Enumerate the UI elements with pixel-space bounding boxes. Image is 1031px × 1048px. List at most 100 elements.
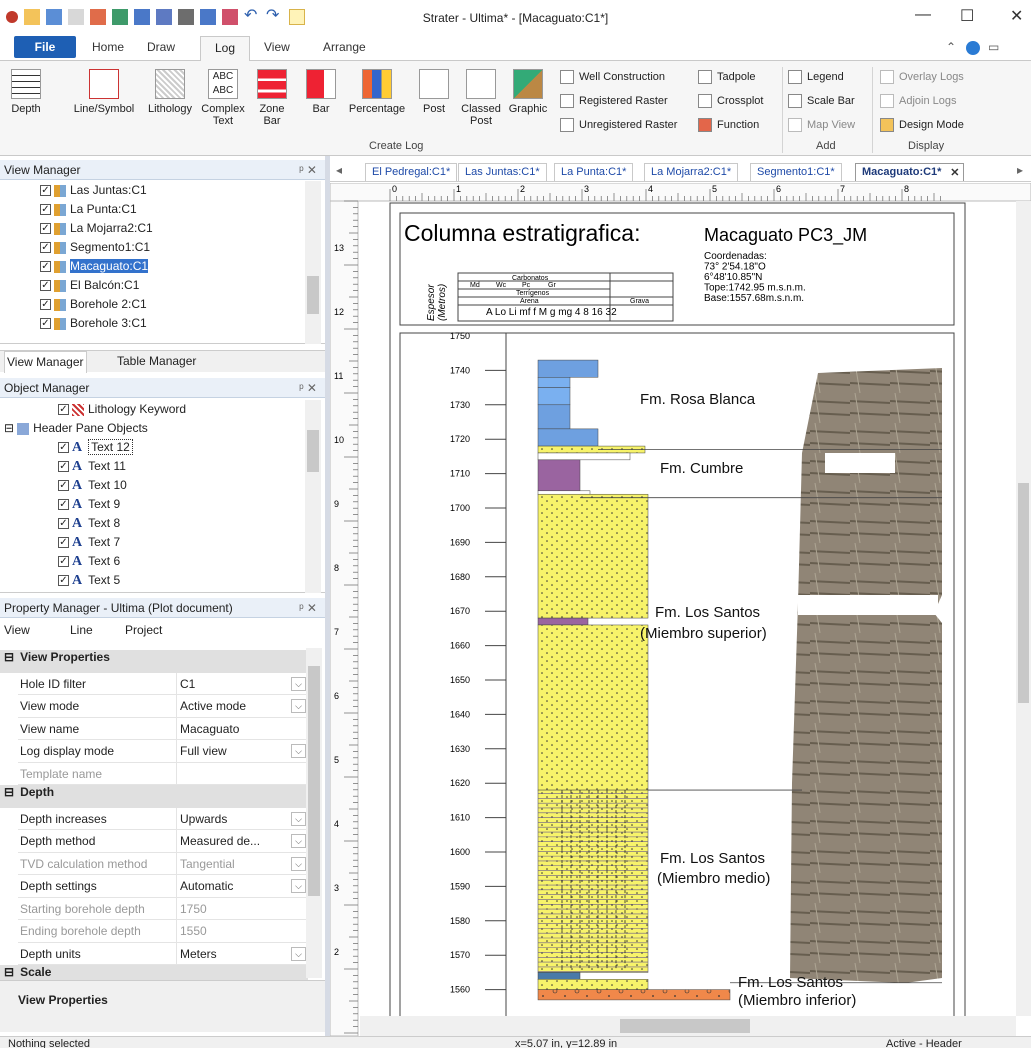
collapse-icon[interactable]: ⊟ [4, 421, 14, 435]
checkbox[interactable]: ✓ [40, 185, 51, 197]
view-manager-scrollbar[interactable] [305, 181, 321, 344]
dropdown-icon[interactable]: ⌵ [291, 744, 306, 758]
tab-draw[interactable]: Draw [147, 40, 175, 54]
tab-scroll-left-icon[interactable]: ◂ [336, 163, 342, 177]
pin-close-icon[interactable]: ᵖ ✕ [299, 381, 317, 395]
depth-button[interactable]: Depth [6, 69, 46, 115]
object-item[interactable]: ✓ A Text 5 [0, 571, 325, 590]
tadpole-button[interactable]: Tadpole [698, 70, 756, 84]
view-item[interactable]: ✓ El Balcón:C1 [40, 276, 325, 295]
unregistered-raster-button[interactable]: Unregistered Raster [560, 118, 677, 132]
tab-table-manager[interactable]: Table Manager [117, 354, 196, 368]
checkbox[interactable]: ✓ [58, 518, 69, 530]
minimize-icon[interactable]: — [915, 6, 931, 24]
property-row[interactable]: View name Macaguato [18, 717, 308, 740]
checkbox[interactable]: ✓ [40, 223, 51, 235]
property-value[interactable]: Measured de... ⌵ [177, 830, 308, 852]
tab-log[interactable]: Log [200, 36, 250, 61]
view-item[interactable]: ✓ Las Juntas:C1 [40, 181, 325, 200]
graphic-button[interactable]: Graphic [506, 69, 550, 115]
doc-tab[interactable]: La Punta:C1* [554, 163, 634, 181]
plot-hscroll-thumb[interactable] [620, 1019, 750, 1033]
close-icon[interactable]: ✕ [1010, 6, 1023, 26]
restore-doc-icon[interactable]: ▭ [988, 40, 999, 54]
doc-tab-active[interactable]: Macaguato:C1* ✕ [855, 163, 965, 181]
crossplot-button[interactable]: Crossplot [698, 94, 763, 108]
dropdown-icon[interactable]: ⌵ [291, 879, 306, 893]
function-button[interactable]: Function [698, 118, 759, 132]
close-tab-icon[interactable]: ✕ [950, 166, 959, 179]
property-row[interactable]: View mode Active mode ⌵ [18, 695, 308, 718]
view-item[interactable]: ✓ Borehole 3:C1 [40, 314, 325, 333]
checkbox[interactable]: ✓ [58, 575, 69, 587]
collapse-icon[interactable]: ⊟ [4, 785, 14, 808]
property-row[interactable]: Hole ID filter C1 ⌵ [18, 672, 308, 695]
object-manager-scrollbar[interactable] [305, 400, 321, 593]
checkbox[interactable]: ✓ [58, 404, 69, 416]
doc-tab[interactable]: Segmento1:C1* [750, 163, 842, 181]
object-item[interactable]: ✓ A Text 8 [0, 514, 325, 533]
checkbox[interactable]: ✓ [40, 204, 51, 216]
checkbox[interactable]: ✓ [40, 299, 51, 311]
tab-project-props[interactable]: Project [125, 623, 162, 637]
property-value[interactable]: Active mode ⌵ [177, 695, 308, 717]
legend-button[interactable]: Legend [788, 70, 844, 84]
checkbox[interactable]: ✓ [58, 461, 69, 473]
checkbox[interactable]: ✓ [58, 499, 69, 511]
property-value[interactable]: Tangential ⌵ [177, 853, 308, 875]
property-row[interactable]: Template name [18, 762, 308, 785]
maximize-icon[interactable]: ☐ [960, 6, 974, 26]
view-item[interactable]: ✓ La Mojarra2:C1 [40, 219, 325, 238]
doc-tab[interactable]: El Pedregal:C1* [365, 163, 458, 181]
view-item[interactable]: ✓ Borehole 2:C1 [40, 295, 325, 314]
view-item[interactable]: ✓ La Punta:C1 [40, 200, 325, 219]
tab-view-props[interactable]: View [4, 623, 36, 637]
post-button[interactable]: Post [416, 69, 452, 115]
dropdown-icon[interactable]: ⌵ [291, 676, 306, 691]
property-value[interactable]: 1550 [177, 920, 308, 942]
property-value[interactable]: Macaguato [177, 718, 308, 740]
tab-file[interactable]: File [14, 36, 76, 58]
property-row[interactable]: Depth method Measured de... ⌵ [18, 830, 308, 853]
adjoin-logs-button[interactable]: Adjoin Logs [880, 94, 957, 108]
object-item[interactable]: ✓ A Text 12 [0, 438, 325, 457]
checkbox[interactable]: ✓ [58, 442, 69, 454]
overlay-logs-button[interactable]: Overlay Logs [880, 70, 964, 84]
object-item[interactable]: ✓ A Text 6 [0, 552, 325, 571]
zone-bar-button[interactable]: Zone Bar [254, 69, 290, 127]
pin-close-icon[interactable]: ᵖ ✕ [299, 601, 317, 615]
dropdown-icon[interactable]: ⌵ [291, 834, 306, 848]
line-symbol-button[interactable]: Line/Symbol [68, 69, 140, 115]
property-value[interactable]: Automatic ⌵ [177, 875, 308, 897]
checkbox[interactable]: ✓ [58, 556, 69, 568]
property-row[interactable]: Log display mode Full view ⌵ [18, 740, 308, 763]
doc-tab[interactable]: Las Juntas:C1* [458, 163, 547, 181]
pin-close-icon[interactable]: ᵖ ✕ [299, 163, 317, 177]
dropdown-icon[interactable]: ⌵ [291, 699, 306, 713]
object-item[interactable]: ⊟ Header Pane Objects [0, 419, 325, 438]
property-row[interactable]: Depth units Meters ⌵ [18, 942, 308, 965]
classed-post-button[interactable]: Classed Post [456, 69, 506, 127]
view-item[interactable]: ✓ Segmento1:C1 [40, 238, 325, 257]
property-section[interactable]: ⊟ View Properties [0, 650, 308, 673]
object-item[interactable]: ✓ A Text 7 [0, 533, 325, 552]
tab-line-props[interactable]: Line [70, 623, 93, 637]
dropdown-icon[interactable]: ⌵ [291, 856, 306, 871]
view-item[interactable]: ✓ Macaguato:C1 [40, 257, 325, 276]
property-row[interactable]: TVD calculation method Tangential ⌵ [18, 852, 308, 875]
checkbox[interactable]: ✓ [58, 537, 69, 549]
property-value[interactable]: Full view ⌵ [177, 740, 308, 762]
object-item[interactable]: ✓ A Text 10 [0, 476, 325, 495]
tab-view-manager[interactable]: View Manager [4, 351, 87, 373]
object-item[interactable]: ✓ A Text 11 [0, 457, 325, 476]
plot-vscroll-thumb[interactable] [1018, 483, 1029, 703]
bar-button[interactable]: Bar [303, 69, 339, 115]
property-value[interactable]: 1750 [177, 898, 308, 920]
complex-text-button[interactable]: ABC ABC Complex Text [198, 69, 248, 127]
property-row[interactable]: Depth increases Upwards ⌵ [18, 807, 308, 830]
percentage-button[interactable]: Percentage [344, 69, 410, 115]
property-value[interactable] [177, 763, 308, 785]
property-row[interactable]: Ending borehole depth 1550 [18, 920, 308, 943]
help-icon[interactable] [966, 41, 980, 55]
tab-home[interactable]: Home [92, 40, 124, 54]
